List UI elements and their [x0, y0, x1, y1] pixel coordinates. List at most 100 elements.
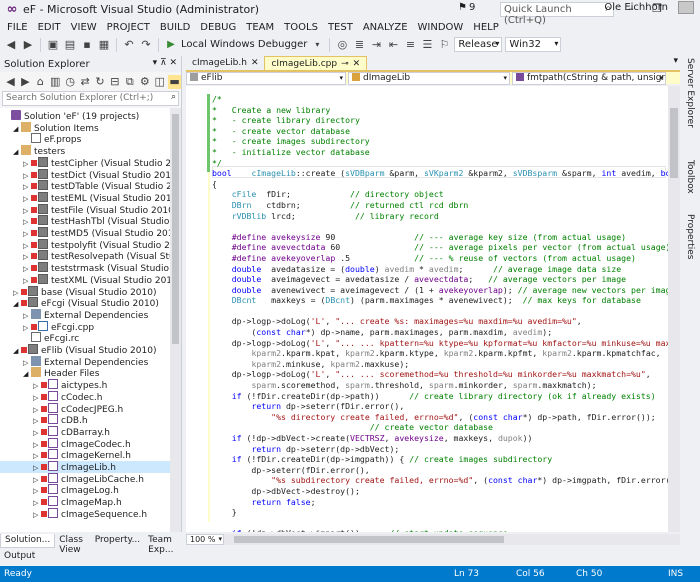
tree-item[interactable]: ▷ External Dependencies — [0, 355, 170, 369]
scrollbar-thumb[interactable] — [172, 114, 179, 344]
close-icon[interactable]: ✕ — [353, 57, 361, 70]
rail-tab[interactable]: Toolbox — [685, 160, 695, 194]
start-debugging-icon[interactable]: ▶ — [164, 38, 178, 52]
pane-tab[interactable]: Team Exp... — [144, 534, 182, 555]
uncomment-icon[interactable]: ☰ — [420, 38, 434, 52]
menu-view[interactable]: VIEW — [66, 22, 102, 33]
code-line[interactable] — [212, 221, 668, 232]
editor-vertical-scrollbar[interactable] — [668, 86, 680, 532]
document-tab[interactable]: cImageLib.cpp ⊸ ✕ — [264, 56, 368, 70]
code-line[interactable]: rVDBlib lrcd; // library record — [212, 211, 668, 222]
code-line[interactable]: // create vector database — [212, 422, 668, 433]
code-line[interactable]: bool cImageLib::create (sVDBparm &parm, … — [212, 168, 668, 179]
pane-controls[interactable]: ▾ ⊼ ✕ — [153, 58, 177, 68]
collapsed-arrow-icon[interactable]: ▷ — [33, 485, 41, 497]
pin-icon[interactable]: ▬ — [168, 74, 182, 89]
collapsed-arrow-icon[interactable]: ▷ — [23, 240, 31, 252]
code-line[interactable] — [212, 518, 668, 529]
code-line[interactable]: #define avekeysize 90 // --- average key… — [212, 232, 668, 243]
collapsed-arrow-icon[interactable]: ▷ — [33, 427, 41, 439]
chevron-down-icon[interactable]: ▾ — [310, 38, 324, 52]
menu-tools[interactable]: TOOLS — [279, 22, 323, 33]
forward-icon[interactable]: ▶ — [19, 75, 32, 89]
forward-icon[interactable]: ▶ — [21, 38, 35, 52]
rail-tab[interactable]: Properties — [685, 214, 695, 259]
save-icon[interactable]: ▪ — [80, 38, 94, 52]
tree-item[interactable]: ▷ testMD5 (Visual Studio 2010) — [0, 227, 181, 240]
code-line[interactable]: /* — [212, 94, 668, 105]
solution-search-input[interactable]: Search Solution Explorer (Ctrl+;) ⌕ — [2, 91, 179, 106]
switch-views-icon[interactable]: ▥ — [49, 75, 62, 89]
code-line[interactable]: "%s subdirectory create failed, errno=%d… — [212, 475, 668, 486]
code-line[interactable]: if (!dp->dbVect->create(VECTRSZ, avekeys… — [212, 433, 668, 444]
tree-item[interactable]: ▷ testDict (Visual Studio 2010) — [0, 168, 180, 181]
home-icon[interactable]: ⌂ — [34, 75, 47, 89]
expanded-arrow-icon[interactable]: ◢ — [13, 345, 21, 357]
code-line[interactable]: return false; — [212, 497, 668, 508]
collapsed-arrow-icon[interactable]: ▷ — [33, 450, 41, 462]
refresh-icon[interactable]: ↻ — [94, 75, 107, 89]
code-line[interactable]: double aveimagevect = avedatasize / avev… — [212, 274, 668, 285]
code-line[interactable]: "%s directory create failed, errno=%d", … — [212, 412, 668, 423]
tree-item[interactable]: ◢ eFlib (Visual Studio 2010) — [0, 344, 170, 356]
user-name[interactable]: Ole Eichhorn — [604, 2, 668, 13]
pane-tab[interactable]: Property... — [91, 534, 144, 548]
format-icon[interactable]: ≣ — [352, 38, 366, 52]
code-line[interactable]: dp->dbVect->destroy(); — [212, 486, 668, 497]
code-line[interactable]: #define avekeyoverlap .5 // --- % reuse … — [212, 253, 668, 264]
debugger-target[interactable]: Local Windows Debugger — [181, 39, 307, 50]
code-line[interactable]: double avedatasize = (double) avedim * a… — [212, 264, 668, 275]
code-line[interactable]: } — [212, 507, 668, 518]
quick-launch-input[interactable]: Quick Launch (Ctrl+Q) ⌕ — [500, 2, 614, 26]
collapsed-arrow-icon[interactable]: ▷ — [23, 193, 31, 205]
code-line[interactable]: dp->logp->doLog('L', "... ... kpattern=%… — [212, 338, 668, 349]
collapsed-arrow-icon[interactable]: ▷ — [23, 275, 31, 287]
tree-scrollbar[interactable] — [170, 108, 181, 532]
collapsed-arrow-icon[interactable]: ▷ — [23, 357, 31, 369]
code-line[interactable]: * Create a new library — [212, 105, 668, 116]
collapsed-arrow-icon[interactable]: ▷ — [23, 251, 31, 263]
expanded-arrow-icon[interactable]: ◢ — [23, 368, 31, 380]
collapsed-arrow-icon[interactable]: ▷ — [23, 263, 31, 275]
code-line[interactable]: dp->logp->doLog('L', "... ... scoremetho… — [212, 369, 668, 380]
collapsed-arrow-icon[interactable]: ▷ — [33, 474, 41, 486]
rail-tab[interactable]: Server Explorer — [685, 58, 695, 128]
browse-icon[interactable]: ◎ — [335, 38, 349, 52]
tree-item[interactable]: ▷ base (Visual Studio 2010) — [0, 285, 170, 298]
bookmark-icon[interactable]: ⚐ — [437, 38, 451, 52]
tree-item[interactable]: ▷ cImageKernel.h — [0, 449, 170, 461]
tree-item[interactable]: ▷ testDTable (Visual Studio 2010) — [0, 180, 181, 192]
pin-icon[interactable]: ⊸ — [341, 57, 349, 70]
collapsed-arrow-icon[interactable]: ▷ — [33, 392, 41, 404]
code-line[interactable]: cFile fDir; // directory object — [212, 189, 668, 200]
copy-icon[interactable]: ⧉ — [123, 75, 136, 89]
zoom-select[interactable]: 100 % ▾ — [186, 534, 224, 545]
tree-item[interactable]: ▷ cImageCodec.h — [0, 437, 170, 451]
collapsed-arrow-icon[interactable]: ▷ — [23, 228, 31, 240]
tree-item[interactable]: ▷ cImageMap.h — [0, 496, 170, 508]
collapsed-arrow-icon[interactable]: ▷ — [33, 439, 41, 451]
tree-item[interactable]: ▷ testXML (Visual Studio 2010) — [0, 273, 181, 287]
tree-item[interactable]: ▷ eFcgi.cpp — [0, 320, 170, 334]
collapsed-arrow-icon[interactable]: ▷ — [23, 205, 31, 217]
collapsed-arrow-icon[interactable]: ▷ — [33, 462, 41, 474]
avatar[interactable] — [678, 1, 694, 14]
pending-changes-icon[interactable]: ◷ — [64, 75, 77, 89]
chevron-down-icon[interactable]: ▾ — [673, 56, 678, 66]
collapsed-arrow-icon[interactable]: ▷ — [23, 322, 31, 334]
menu-test[interactable]: TEST — [323, 22, 358, 33]
notifications[interactable]: ⚑ 9 — [458, 2, 475, 13]
show-all-files-icon[interactable]: ◫ — [153, 75, 166, 89]
code-line[interactable]: { — [212, 179, 668, 190]
tree-item[interactable]: ▷ cCodecJPEG.h — [0, 402, 170, 416]
configuration-select[interactable]: Release ▾ — [454, 37, 503, 52]
code-line[interactable]: double avenewivect = aveimagevect / (1 +… — [212, 285, 668, 296]
tree-item[interactable]: eFcgi.rc — [0, 332, 170, 344]
code-line[interactable]: #define avevectdata 60 // --- average pi… — [212, 242, 668, 253]
code-line[interactable]: if (!fDir.createDir(dp->path)) // create… — [212, 391, 668, 402]
tree-item[interactable]: ▷ testCipher (Visual Studio 2010) — [0, 156, 181, 169]
collapsed-arrow-icon[interactable]: ▷ — [33, 404, 41, 416]
tree-item[interactable]: ◢ Header Files — [0, 367, 170, 379]
code-line[interactable]: */ — [212, 158, 668, 169]
tree-item[interactable]: ▷ testHashTbl (Visual Studio 2010) — [0, 215, 181, 227]
